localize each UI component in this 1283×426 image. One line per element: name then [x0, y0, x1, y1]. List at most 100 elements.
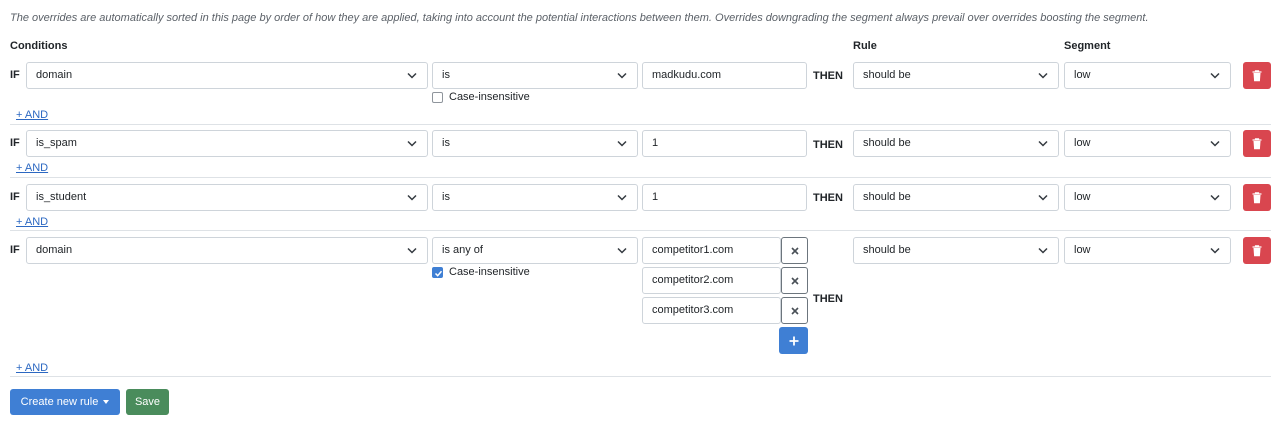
chevron-down-icon	[1210, 194, 1220, 201]
header-rule: Rule	[853, 40, 877, 52]
operator-select[interactable]: is	[432, 62, 638, 89]
value-input[interactable]: competitor2.com	[642, 267, 781, 294]
field-select-value: domain	[36, 69, 73, 81]
trash-icon	[1252, 191, 1262, 203]
chevron-down-icon	[1038, 140, 1048, 147]
rule-select[interactable]: should be	[853, 237, 1059, 264]
remove-value-button[interactable]	[781, 267, 808, 294]
segment-select[interactable]: low	[1064, 62, 1231, 89]
rule-select-value: should be	[863, 191, 911, 203]
field-select[interactable]: is_spam	[26, 130, 428, 157]
operator-select-value: is	[442, 137, 450, 149]
value-input-text: 1	[652, 137, 659, 149]
then-label: THEN	[813, 192, 843, 204]
remove-value-button[interactable]	[781, 237, 808, 264]
field-select-value: is_student	[36, 191, 87, 203]
segment-select[interactable]: low	[1064, 130, 1231, 157]
field-select-value: is_spam	[36, 137, 77, 149]
header-segment: Segment	[1064, 40, 1111, 52]
then-label: THEN	[813, 293, 843, 305]
operator-select[interactable]: is	[432, 130, 638, 157]
create-new-rule-label: Create new rule	[20, 396, 99, 408]
operator-select[interactable]: is	[432, 184, 638, 211]
chevron-down-icon	[407, 72, 417, 79]
operator-select-value: is	[442, 191, 450, 203]
close-icon	[790, 246, 799, 255]
checkbox-label: Case-insensitive	[449, 91, 530, 103]
caret-down-icon	[103, 400, 110, 404]
operator-select-value: is any of	[442, 244, 483, 256]
checkbox-label: Case-insensitive	[449, 266, 530, 278]
delete-rule-button[interactable]	[1243, 237, 1271, 264]
rule-select[interactable]: should be	[853, 130, 1059, 157]
segment-select[interactable]: low	[1064, 237, 1231, 264]
value-input[interactable]: madkudu.com	[642, 62, 807, 89]
save-button[interactable]: Save	[126, 389, 169, 415]
operator-select-value: is	[442, 69, 450, 81]
then-label: THEN	[813, 70, 843, 82]
chevron-down-icon	[617, 72, 627, 79]
field-select[interactable]: domain	[26, 62, 428, 89]
field-select-value: domain	[36, 244, 73, 256]
value-input[interactable]: competitor3.com	[642, 297, 781, 324]
value-input[interactable]: competitor1.com	[642, 237, 781, 264]
rule-select-value: should be	[863, 244, 911, 256]
operator-select[interactable]: is any of	[432, 237, 638, 264]
chevron-down-icon	[407, 140, 417, 147]
segment-select-value: low	[1074, 191, 1091, 203]
row-divider	[10, 124, 1271, 125]
segment-select-value: low	[1074, 69, 1091, 81]
rule-select[interactable]: should be	[853, 184, 1059, 211]
chevron-down-icon	[1038, 194, 1048, 201]
add-and-condition-link[interactable]: + AND	[16, 109, 48, 121]
chevron-down-icon	[617, 140, 627, 147]
overrides-note: The overrides are automatically sorted i…	[10, 12, 1149, 24]
value-input-text: competitor3.com	[652, 304, 734, 316]
segment-select-value: low	[1074, 137, 1091, 149]
case-insensitive-checkbox[interactable]: Case-insensitive	[432, 266, 530, 278]
delete-rule-button[interactable]	[1243, 62, 1271, 89]
if-label: IF	[10, 137, 20, 149]
field-select[interactable]: is_student	[26, 184, 428, 211]
chevron-down-icon	[1038, 247, 1048, 254]
value-input-text: 1	[652, 191, 659, 203]
checkbox-box[interactable]	[432, 91, 443, 103]
if-label: IF	[10, 69, 20, 81]
remove-value-button[interactable]	[781, 297, 808, 324]
value-input[interactable]: 1	[642, 184, 807, 211]
add-and-condition-link[interactable]: + AND	[16, 362, 48, 374]
add-value-button[interactable]	[779, 327, 808, 354]
rule-select[interactable]: should be	[853, 62, 1059, 89]
chevron-down-icon	[1038, 72, 1048, 79]
chevron-down-icon	[617, 247, 627, 254]
add-and-condition-link[interactable]: + AND	[16, 216, 48, 228]
chevron-down-icon	[617, 194, 627, 201]
delete-rule-button[interactable]	[1243, 184, 1271, 211]
delete-rule-button[interactable]	[1243, 130, 1271, 157]
then-label: THEN	[813, 139, 843, 151]
close-icon	[790, 276, 799, 285]
trash-icon	[1252, 244, 1262, 256]
trash-icon	[1252, 69, 1262, 81]
if-label: IF	[10, 244, 20, 256]
segment-select[interactable]: low	[1064, 184, 1231, 211]
checkbox-box[interactable]	[432, 266, 443, 278]
chevron-down-icon	[1210, 247, 1220, 254]
value-input-text: madkudu.com	[652, 69, 722, 81]
chevron-down-icon	[407, 247, 417, 254]
trash-icon	[1252, 137, 1262, 149]
value-input[interactable]: 1	[642, 130, 807, 157]
row-divider	[10, 230, 1271, 231]
chevron-down-icon	[1210, 72, 1220, 79]
rule-select-value: should be	[863, 69, 911, 81]
field-select[interactable]: domain	[26, 237, 428, 264]
chevron-down-icon	[407, 194, 417, 201]
value-input-text: competitor1.com	[652, 244, 734, 256]
row-divider	[10, 177, 1271, 178]
if-label: IF	[10, 191, 20, 203]
case-insensitive-checkbox[interactable]: Case-insensitive	[432, 91, 530, 103]
add-and-condition-link[interactable]: + AND	[16, 162, 48, 174]
segment-select-value: low	[1074, 244, 1091, 256]
row-divider	[10, 376, 1271, 377]
create-new-rule-button[interactable]: Create new rule	[10, 389, 120, 415]
